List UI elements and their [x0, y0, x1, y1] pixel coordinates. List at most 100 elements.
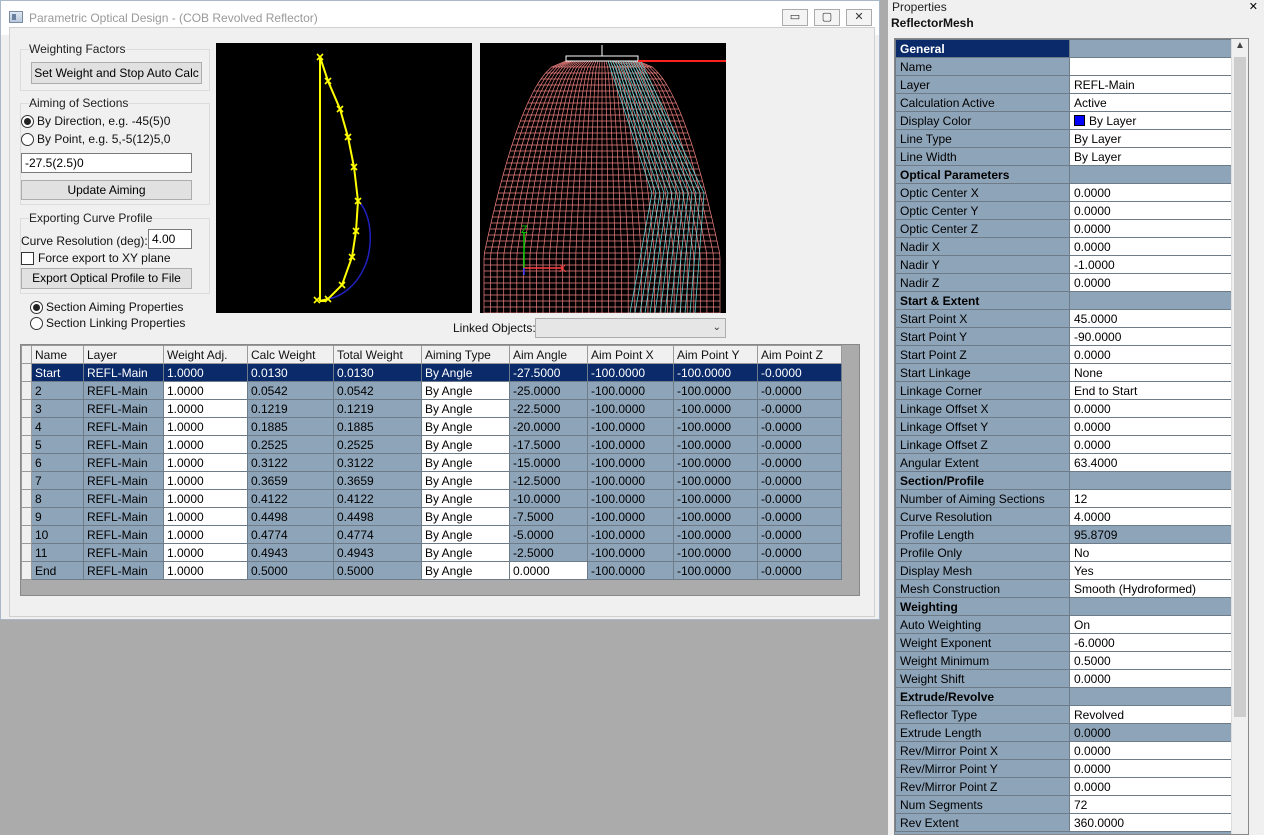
table-row[interactable]: Start REFL-Main 1.0000 0.0130 0.0130 By Angle…: [21, 363, 842, 382]
column-header[interactable]: Aiming Type: [421, 345, 510, 364]
table-row[interactable]: 3 REFL-Main 1.0000 0.1219 0.1219 By Angle -22.…: [21, 399, 842, 418]
table-cell[interactable]: 0.0130: [247, 363, 334, 382]
table-cell[interactable]: REFL-Main: [83, 417, 164, 436]
property-value[interactable]: By Layer: [1069, 129, 1245, 148]
table-cell[interactable]: -100.0000: [673, 453, 758, 472]
table-cell[interactable]: -100.0000: [673, 471, 758, 490]
property-row[interactable]: Nadir X 0.0000: [895, 237, 1245, 256]
table-row[interactable]: 4 REFL-Main 1.0000 0.1885 0.1885 By Angle -20.…: [21, 417, 842, 436]
table-cell[interactable]: By Angle: [421, 489, 510, 508]
table-cell[interactable]: -0.0000: [757, 561, 842, 580]
property-row[interactable]: Start Point Y -90.0000: [895, 327, 1245, 346]
table-cell[interactable]: REFL-Main: [83, 381, 164, 400]
table-cell[interactable]: 0.4943: [247, 543, 334, 562]
table-cell[interactable]: REFL-Main: [83, 525, 164, 544]
table-cell[interactable]: By Angle: [421, 417, 510, 436]
table-cell[interactable]: 0.4122: [247, 489, 334, 508]
property-value[interactable]: None: [1069, 363, 1245, 382]
by-point-radio[interactable]: By Point, e.g. 5,-5(12)5,0: [21, 132, 170, 146]
table-cell[interactable]: 1.0000: [163, 381, 248, 400]
property-value[interactable]: 0.0000: [1069, 741, 1245, 760]
column-header[interactable]: Total Weight: [333, 345, 422, 364]
property-value[interactable]: 360.0000: [1069, 813, 1245, 832]
table-cell[interactable]: 1.0000: [163, 453, 248, 472]
table-cell[interactable]: By Angle: [421, 561, 510, 580]
table-cell[interactable]: -100.0000: [673, 417, 758, 436]
property-row[interactable]: Optic Center Z 0.0000: [895, 219, 1245, 238]
table-cell[interactable]: By Angle: [421, 453, 510, 472]
row-header[interactable]: [21, 435, 32, 454]
table-cell[interactable]: 1.0000: [163, 489, 248, 508]
table-cell[interactable]: 0.0130: [333, 363, 422, 382]
property-value[interactable]: [1069, 57, 1245, 76]
table-row[interactable]: End REFL-Main 1.0000 0.5000 0.5000 By Angle 0.…: [21, 561, 842, 580]
minimize-button[interactable]: ▭: [782, 9, 808, 26]
property-value[interactable]: By Layer: [1069, 147, 1245, 166]
property-value[interactable]: 4.0000: [1069, 507, 1245, 526]
row-header[interactable]: [21, 561, 32, 580]
table-row[interactable]: 7 REFL-Main 1.0000 0.3659 0.3659 By Angle -12.…: [21, 471, 842, 490]
table-row[interactable]: 10 REFL-Main 1.0000 0.4774 0.4774 By Angle -5.…: [21, 525, 842, 544]
property-row[interactable]: Optic Center X 0.0000: [895, 183, 1245, 202]
update-aiming-button[interactable]: Update Aiming: [21, 180, 192, 200]
table-cell[interactable]: 1.0000: [163, 417, 248, 436]
property-value[interactable]: REFL-Main: [1069, 75, 1245, 94]
table-cell[interactable]: REFL-Main: [83, 489, 164, 508]
table-cell[interactable]: 0.0542: [333, 381, 422, 400]
table-cell[interactable]: 0.1885: [333, 417, 422, 436]
property-row[interactable]: Rev/Mirror Point Z 0.0000: [895, 777, 1245, 796]
linked-objects-combo[interactable]: ⌄: [535, 318, 726, 338]
table-cell[interactable]: 0.4122: [333, 489, 422, 508]
column-header[interactable]: Aim Point Z: [757, 345, 842, 364]
table-cell[interactable]: 0.3659: [247, 471, 334, 490]
table-cell[interactable]: 0.5000: [247, 561, 334, 580]
row-header[interactable]: [21, 489, 32, 508]
property-value[interactable]: 0.5000: [1069, 651, 1245, 670]
property-value[interactable]: 0.0000: [1069, 435, 1245, 454]
table-cell[interactable]: 0.0542: [247, 381, 334, 400]
table-cell[interactable]: -100.0000: [673, 399, 758, 418]
property-value[interactable]: 63.4000: [1069, 453, 1245, 472]
table-cell[interactable]: -100.0000: [673, 381, 758, 400]
table-cell[interactable]: 0.3122: [247, 453, 334, 472]
property-row[interactable]: Display Color By Layer: [895, 111, 1245, 130]
property-row[interactable]: Nadir Y -1.0000: [895, 255, 1245, 274]
table-cell[interactable]: REFL-Main: [83, 453, 164, 472]
section-aiming-radio[interactable]: Section Aiming Properties: [30, 300, 183, 314]
column-header[interactable]: Layer: [83, 345, 164, 364]
table-cell[interactable]: End: [31, 561, 84, 580]
table-cell[interactable]: By Angle: [421, 507, 510, 526]
property-row[interactable]: Reflector Type Revolved: [895, 705, 1245, 724]
property-value[interactable]: -1.0000: [1069, 255, 1245, 274]
property-row[interactable]: Start Linkage None: [895, 363, 1245, 382]
table-cell[interactable]: REFL-Main: [83, 471, 164, 490]
table-cell[interactable]: 0.4498: [333, 507, 422, 526]
property-value[interactable]: 0.0000: [1069, 345, 1245, 364]
table-cell[interactable]: -100.0000: [673, 489, 758, 508]
table-cell[interactable]: By Angle: [421, 471, 510, 490]
table-cell[interactable]: -0.0000: [757, 525, 842, 544]
table-cell[interactable]: -2.5000: [509, 543, 588, 562]
property-row[interactable]: Weight Exponent -6.0000: [895, 633, 1245, 652]
property-value[interactable]: 0.0000: [1069, 669, 1245, 688]
table-cell[interactable]: By Angle: [421, 363, 510, 382]
table-cell[interactable]: By Angle: [421, 543, 510, 562]
property-row[interactable]: Linkage Offset Y 0.0000: [895, 417, 1245, 436]
property-value[interactable]: End to Start: [1069, 381, 1245, 400]
mesh-view[interactable]: Z X: [480, 43, 726, 314]
table-cell[interactable]: -100.0000: [587, 561, 674, 580]
table-cell[interactable]: -0.0000: [757, 507, 842, 526]
table-cell[interactable]: -100.0000: [587, 363, 674, 382]
property-row[interactable]: Start Point Z 0.0000: [895, 345, 1245, 364]
table-cell[interactable]: -100.0000: [587, 381, 674, 400]
export-profile-button[interactable]: Export Optical Profile to File: [21, 268, 192, 289]
column-header[interactable]: Aim Point X: [587, 345, 674, 364]
table-cell[interactable]: 0.3659: [333, 471, 422, 490]
table-cell[interactable]: 0.1219: [333, 399, 422, 418]
table-cell[interactable]: -0.0000: [757, 489, 842, 508]
table-cell[interactable]: -100.0000: [587, 525, 674, 544]
property-row[interactable]: Start Point X 45.0000: [895, 309, 1245, 328]
property-value[interactable]: 0.0000: [1069, 399, 1245, 418]
table-row[interactable]: 5 REFL-Main 1.0000 0.2525 0.2525 By Angle -17.…: [21, 435, 842, 454]
property-row[interactable]: Optic Center Y 0.0000: [895, 201, 1245, 220]
